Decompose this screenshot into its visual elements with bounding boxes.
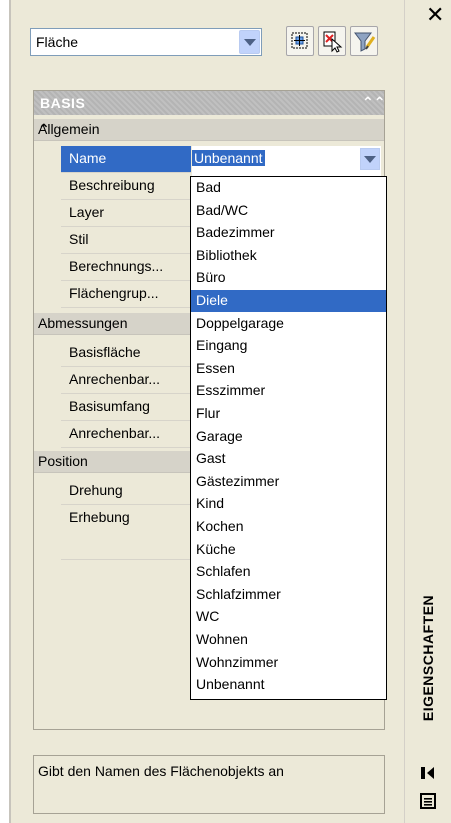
category-title: Abmessungen	[38, 315, 128, 331]
list-item[interactable]: Kochen	[191, 516, 386, 538]
property-label: Name	[61, 146, 191, 173]
list-item[interactable]: Essen	[191, 358, 386, 380]
object-type-value: Fläche	[36, 34, 79, 50]
property-name: Anrechenbar...	[69, 371, 161, 387]
list-item[interactable]: Wohnzimmer	[191, 652, 386, 674]
list-item-label: WC	[196, 608, 220, 625]
property-name: Basisfläche	[69, 344, 141, 360]
list-item-label: Gästezimmer	[196, 472, 280, 489]
list-item-label: Eingang	[196, 337, 248, 354]
list-item[interactable]: Wohnen	[191, 629, 386, 651]
list-item[interactable]: Gästezimmer	[191, 471, 386, 493]
property-label: Beschreibung	[61, 173, 191, 200]
property-name: Anrechenbar...	[69, 425, 161, 441]
property-label: Flächengrup...	[61, 281, 191, 308]
list-item-label: Bad/WC	[196, 201, 249, 218]
property-name: Berechnungs...	[69, 258, 164, 274]
description-text: Gibt den Namen des Flächenobjekts an	[38, 763, 284, 779]
list-item[interactable]: Badezimmer	[191, 222, 386, 244]
list-item-label: Esszimmer	[196, 382, 266, 399]
quick-select-button[interactable]	[318, 26, 346, 56]
filter-button[interactable]	[350, 26, 378, 56]
list-item-label: Kochen	[196, 518, 244, 534]
list-item-label: Flur	[196, 405, 221, 421]
list-item-label: Badezimmer	[196, 224, 275, 241]
list-item-label: Bad	[196, 179, 221, 195]
list-item[interactable]: Schlafzimmer	[191, 584, 386, 606]
property-label: Berechnungs...	[61, 254, 191, 281]
list-item-label: Wohnzimmer	[196, 653, 279, 670]
property-label: Anrechenbar...	[61, 421, 191, 448]
list-item-label: Gast	[196, 450, 226, 467]
auto-hide-icon[interactable]	[420, 766, 436, 780]
property-label: Layer	[61, 200, 191, 227]
property-label: Anrechenbar...	[61, 367, 191, 394]
palette-title-text: EIGENSCHAFTEN	[420, 594, 436, 722]
property-name: Name	[69, 150, 107, 166]
list-item[interactable]: Bibliothek	[191, 245, 386, 267]
list-item-label: Unbenannt	[196, 676, 265, 693]
name-value-text: Unbenannt	[192, 150, 265, 166]
list-item[interactable]: Esszimmer	[191, 380, 386, 402]
list-item[interactable]: Garage	[191, 426, 386, 448]
category-allgemein[interactable]: Allgemein ⌃	[34, 119, 384, 141]
property-label: Erhebung	[61, 505, 191, 532]
palette-title: EIGENSCHAFTEN	[413, 572, 443, 744]
list-item[interactable]: Flur	[191, 403, 386, 425]
collapse-section-icon[interactable]: ⌃⌃	[362, 93, 384, 111]
chevron-down-icon[interactable]	[239, 30, 260, 54]
property-label: Stil	[61, 227, 191, 254]
section-header-basis[interactable]: BASIS ⌃⌃	[34, 91, 384, 115]
list-item-label: Essen	[196, 359, 235, 376]
list-item-label: Schlafen	[196, 563, 251, 580]
close-icon[interactable]: ✕	[426, 4, 444, 26]
list-item-label: Küche	[196, 540, 236, 557]
list-item[interactable]: Bad	[191, 177, 386, 199]
property-name: Erhebung	[69, 509, 130, 525]
property-label: Basisfläche	[61, 340, 191, 367]
section-title: BASIS	[40, 95, 86, 111]
name-value-select[interactable]: Unbenannt	[192, 146, 381, 173]
collapse-category-icon[interactable]: ⌃	[38, 121, 50, 138]
property-row-name[interactable]: Name Unbenannt	[61, 146, 381, 173]
list-item[interactable]: Eingang	[191, 335, 386, 357]
property-label: Drehung	[61, 478, 191, 505]
property-name: Basisumfang	[69, 398, 150, 414]
list-item[interactable]: Doppelgarage	[191, 313, 386, 335]
property-name: Layer	[69, 204, 105, 220]
property-name: Beschreibung	[69, 177, 155, 193]
palette-menu-icon[interactable]	[420, 793, 436, 809]
select-objects-button[interactable]	[286, 26, 314, 56]
list-item-label: Schlafzimmer	[196, 585, 281, 602]
list-item-label: Garage	[196, 427, 243, 444]
list-item-label: Kind	[196, 495, 225, 512]
select-objects-icon	[291, 32, 308, 49]
quick-select-icon	[323, 31, 343, 53]
list-item[interactable]: WC	[191, 606, 386, 628]
list-item[interactable]: Gast	[191, 448, 386, 470]
list-item[interactable]: Schlafen	[191, 561, 386, 583]
list-item-highlighted[interactable]: Diele	[191, 290, 386, 312]
property-name: Stil	[69, 231, 89, 247]
list-item-label: Bibliothek	[196, 246, 257, 263]
list-item[interactable]: Küche	[191, 539, 386, 561]
list-item-label: Wohnen	[196, 631, 248, 647]
list-item[interactable]: Büro	[191, 267, 386, 289]
list-item[interactable]: Unbenannt	[191, 674, 386, 696]
property-label: Basisumfang	[61, 394, 191, 421]
property-name: Flächengrup...	[69, 285, 159, 301]
list-item[interactable]: Bad/WC	[191, 200, 386, 222]
chevron-down-icon[interactable]	[360, 148, 380, 170]
property-name: Drehung	[69, 482, 123, 498]
filter-icon	[354, 32, 376, 52]
list-item-label: Büro	[196, 269, 226, 286]
list-item-label: Diele	[196, 292, 228, 308]
name-dropdown-list[interactable]: Bad Bad/WC Badezimmer Bibliothek Büro Di…	[190, 176, 387, 700]
object-type-select[interactable]: Fläche	[30, 28, 262, 56]
list-item[interactable]: Kind	[191, 493, 386, 515]
description-panel: Gibt den Namen des Flächenobjekts an	[33, 755, 385, 814]
category-title: Position	[38, 453, 88, 469]
list-item-label: Doppelgarage	[196, 314, 284, 331]
